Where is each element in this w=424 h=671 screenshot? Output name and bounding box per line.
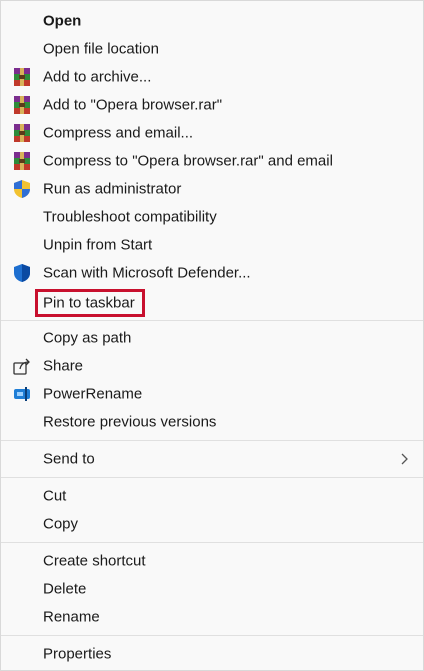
highlight-box [35,289,145,317]
menu-item-add-to-archive[interactable]: Add to archive... [1,63,423,91]
menu-item-delete[interactable]: Delete [1,575,423,603]
winrar-icon [11,66,33,88]
menu-separator [1,635,423,636]
menu-item-troubleshoot-compatibility[interactable]: Troubleshoot compatibility [1,203,423,231]
menu-item-open[interactable]: Open [1,7,423,35]
menu-item-label: Restore previous versions [43,413,217,431]
menu-item-create-shortcut[interactable]: Create shortcut [1,547,423,575]
menu-item-label: Compress and email... [43,124,194,142]
menu-item-run-as-administrator[interactable]: Run as administrator [1,175,423,203]
menu-separator [1,440,423,441]
menu-separator [1,477,423,478]
menu-separator [1,542,423,543]
menu-item-label: Unpin from Start [43,236,153,254]
menu-item-copy-as-path[interactable]: Copy as path [1,324,423,352]
menu-separator [1,320,423,321]
menu-item-label: Share [43,357,84,375]
menu-item-label: Run as administrator [43,180,182,198]
menu-item-label: Copy [43,515,79,533]
winrar-icon [11,150,33,172]
menu-item-label: Create shortcut [43,552,146,570]
menu-item-label: Copy as path [43,329,132,347]
menu-item-label: Open file location [43,40,159,58]
menu-item-send-to[interactable]: Send to [1,445,423,473]
winrar-icon [11,94,33,116]
menu-item-copy[interactable]: Copy [1,510,423,538]
menu-item-properties[interactable]: Properties [1,640,423,668]
menu-item-label: Rename [43,608,100,626]
powerrename-icon [11,383,33,405]
menu-item-unpin-from-start[interactable]: Unpin from Start [1,231,423,259]
menu-item-cut[interactable]: Cut [1,482,423,510]
winrar-icon [11,122,33,144]
menu-item-restore-previous-versions[interactable]: Restore previous versions [1,408,423,436]
menu-item-rename[interactable]: Rename [1,603,423,631]
menu-item-compress-to-rar-and-email[interactable]: Compress to "Opera browser.rar" and emai… [1,147,423,175]
defender-shield-icon [11,262,33,284]
menu-item-label: Add to "Opera browser.rar" [43,96,223,114]
menu-item-label: Troubleshoot compatibility [43,208,217,226]
menu-item-label: Properties [43,645,112,663]
menu-item-label: Cut [43,487,67,505]
chevron-right-icon [399,452,409,466]
uac-shield-icon [11,178,33,200]
menu-item-label: Compress to "Opera browser.rar" and emai… [43,152,333,170]
menu-item-compress-and-email[interactable]: Compress and email... [1,119,423,147]
menu-item-powerrename[interactable]: PowerRename [1,380,423,408]
menu-item-share[interactable]: Share [1,352,423,380]
menu-item-label: Send to [43,450,95,468]
menu-item-label: Delete [43,580,87,598]
share-icon [11,355,33,377]
menu-item-label: PowerRename [43,385,143,403]
menu-item-add-to-rar[interactable]: Add to "Opera browser.rar" [1,91,423,119]
menu-item-label: Open [43,12,82,30]
menu-item-label: Add to archive... [43,68,152,86]
menu-item-open-file-location[interactable]: Open file location [1,35,423,63]
menu-item-label: Scan with Microsoft Defender... [43,264,251,282]
menu-item-scan-with-defender[interactable]: Scan with Microsoft Defender... [1,259,423,287]
context-menu: Open Open file location Add to archive..… [0,0,424,671]
